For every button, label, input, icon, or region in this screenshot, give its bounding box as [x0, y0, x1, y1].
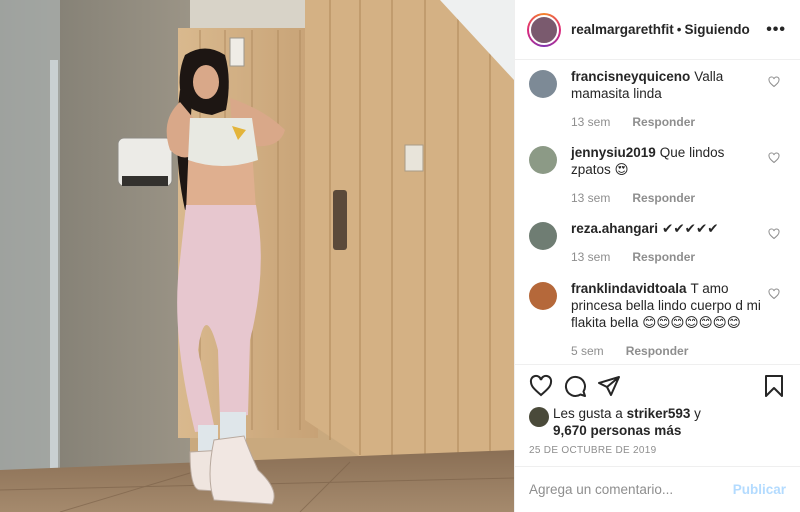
commenter-username[interactable]: jennysiu2019	[571, 145, 656, 160]
comment-icon[interactable]	[563, 374, 587, 398]
instagram-post: realmargarethfit • Siguiendo ••• francisne…	[0, 0, 800, 512]
commenter-avatar[interactable]	[529, 70, 557, 98]
comment-item: franklindavidtoala T amo princesa bella l…	[515, 280, 800, 364]
author-avatar-image	[529, 14, 559, 45]
share-icon[interactable]	[597, 374, 621, 398]
commenter-avatar[interactable]	[529, 146, 557, 174]
post-header: realmargarethfit • Siguiendo •••	[515, 0, 800, 60]
more-options-icon[interactable]: •••	[766, 21, 786, 39]
commenter-username[interactable]: francisneyquiceno	[571, 69, 690, 84]
comment-age[interactable]: 13 sem	[571, 191, 610, 205]
comment-age[interactable]: 13 sem	[571, 250, 610, 264]
post-photo-illustration	[0, 0, 514, 512]
heart-icon[interactable]	[529, 374, 553, 398]
commenter-avatar[interactable]	[529, 282, 557, 310]
comment-text: ✔✔✔✔✔	[662, 221, 719, 236]
liker-username[interactable]: striker593	[627, 406, 691, 421]
comment-item: jennysiu2019 Que lindos zpatos 😍 13 sem Re…	[515, 144, 800, 220]
likes-prefix: Les gusta a	[553, 406, 623, 421]
post-date[interactable]: 25 DE OCTUBRE DE 2019	[529, 445, 786, 456]
commenter-avatar[interactable]	[529, 222, 557, 250]
liker-avatar[interactable]	[529, 407, 549, 427]
likes-connector: y	[694, 406, 701, 421]
likes-count-link[interactable]: 9,670 personas más	[553, 423, 681, 438]
reply-button[interactable]: Responder	[632, 115, 695, 129]
comment-heart-icon[interactable]	[768, 76, 780, 88]
comment-item: francisneyquiceno Valla mamasita linda 13…	[515, 68, 800, 144]
comment-item: reza.ahangari ✔✔✔✔✔ 13 sem Responder	[515, 220, 800, 280]
author-avatar[interactable]	[527, 12, 561, 47]
comment-age[interactable]: 5 sem	[571, 344, 604, 358]
author-username[interactable]: realmargarethfit	[571, 22, 674, 37]
header-separator: •	[676, 22, 682, 37]
add-comment-bar: Publicar	[515, 466, 800, 512]
action-icons	[529, 373, 786, 399]
comments-list: francisneyquiceno Valla mamasita linda 13…	[515, 60, 800, 364]
post-photo[interactable]	[0, 0, 514, 512]
likes-summary: Les gusta a striker593 y 9,670 personas m…	[529, 405, 786, 439]
commenter-username[interactable]: franklindavidtoala	[571, 281, 687, 296]
comment-input[interactable]	[529, 482, 733, 497]
publish-button[interactable]: Publicar	[733, 482, 786, 497]
comment-heart-icon[interactable]	[768, 152, 780, 164]
reply-button[interactable]: Responder	[632, 250, 695, 264]
post-actions: Les gusta a striker593 y 9,670 personas m…	[515, 364, 800, 456]
commenter-username[interactable]: reza.ahangari	[571, 221, 658, 236]
reply-button[interactable]: Responder	[626, 344, 689, 358]
comment-heart-icon[interactable]	[768, 288, 780, 300]
bookmark-icon[interactable]	[762, 374, 786, 398]
author-info: realmargarethfit • Siguiendo	[571, 22, 750, 37]
comment-heart-icon[interactable]	[768, 228, 780, 240]
post-side-panel: realmargarethfit • Siguiendo ••• francisne…	[514, 0, 800, 512]
reply-button[interactable]: Responder	[632, 191, 695, 205]
comment-age[interactable]: 13 sem	[571, 115, 610, 129]
follow-status-button[interactable]: Siguiendo	[685, 22, 750, 37]
